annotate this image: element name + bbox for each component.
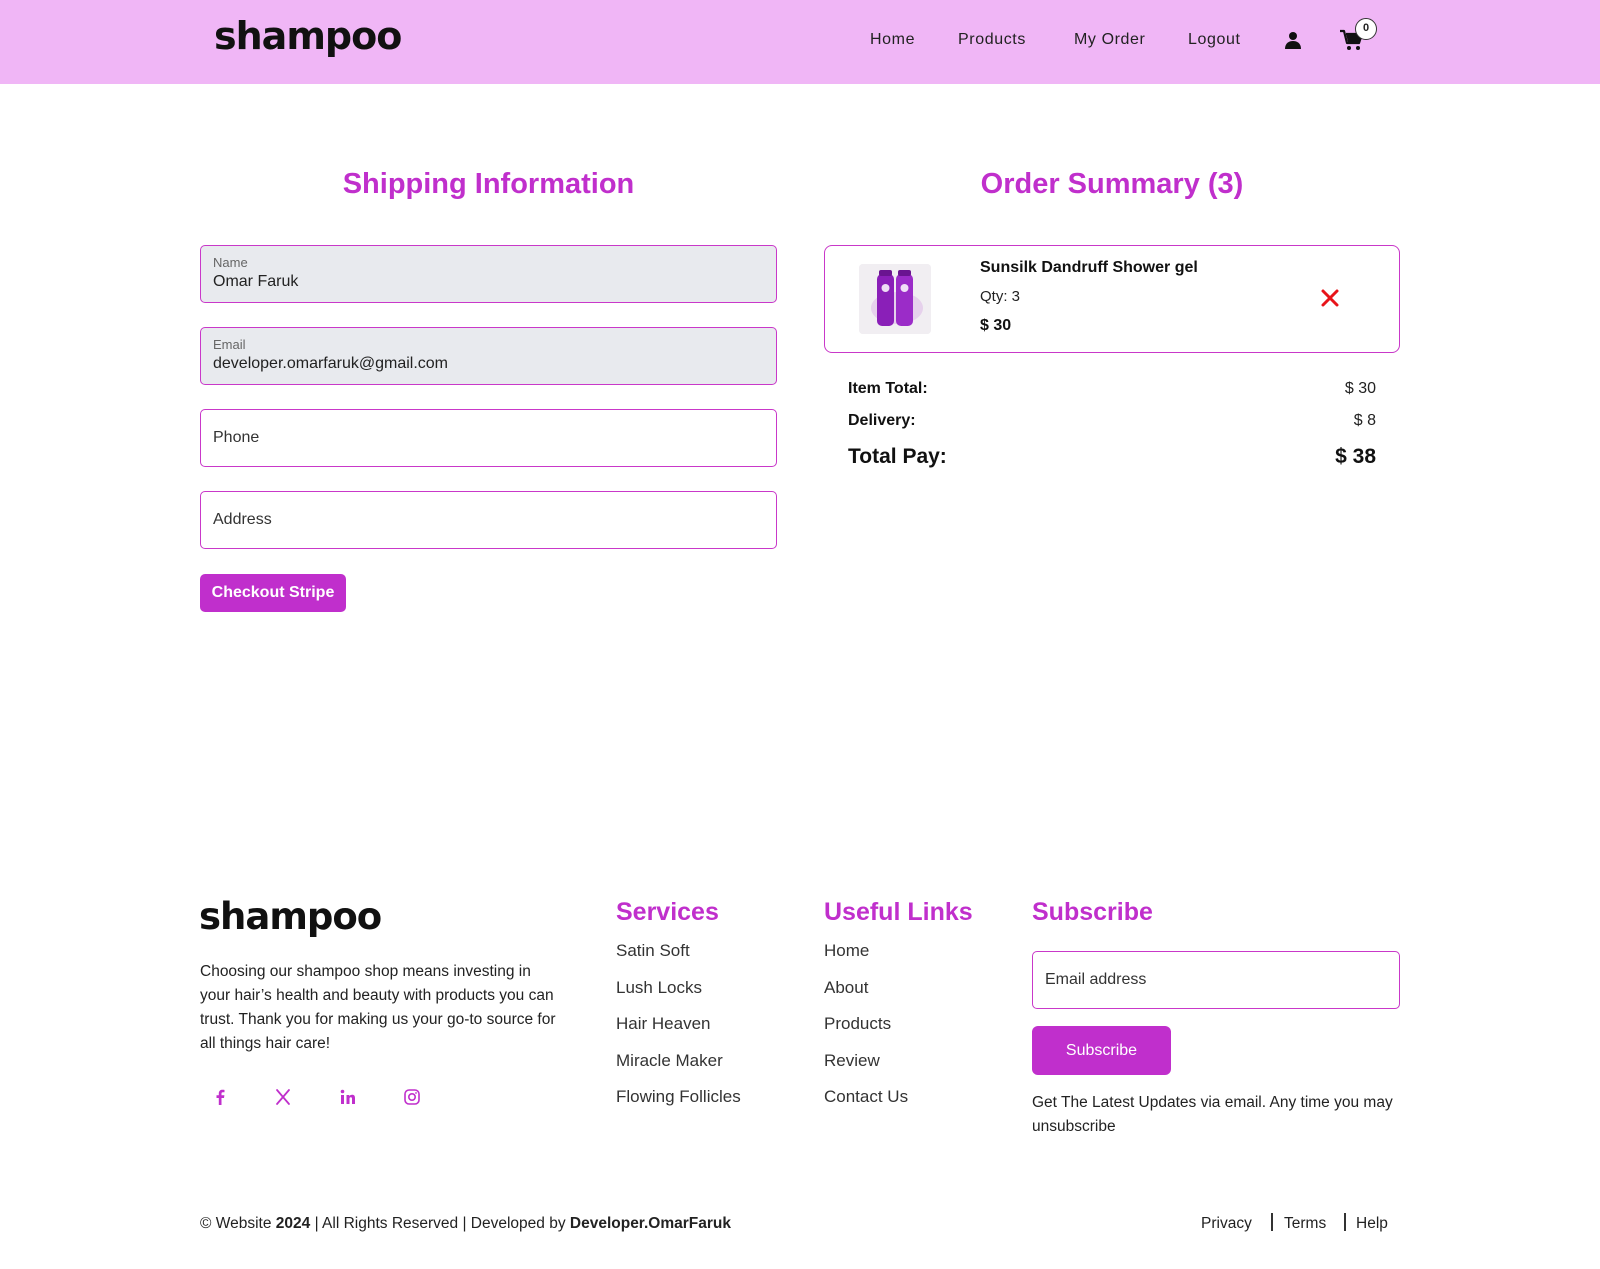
- footer-link-about[interactable]: About: [824, 978, 868, 998]
- nav-home[interactable]: Home: [870, 31, 915, 49]
- phone-placeholder: Phone: [213, 429, 260, 446]
- delivery-value: $ 8: [1353, 412, 1376, 429]
- item-total-value: $ 30: [1344, 380, 1376, 397]
- email-label: Email: [213, 337, 246, 352]
- footer-link-home[interactable]: Home: [824, 941, 869, 961]
- address-placeholder: Address: [213, 511, 272, 528]
- copyright-prefix: © Website: [200, 1215, 272, 1232]
- linkedin-icon[interactable]: [338, 1087, 358, 1107]
- service-link[interactable]: Satin Soft: [616, 941, 690, 961]
- cart-count-badge: 0: [1355, 18, 1377, 40]
- total-pay-value: $ 38: [1335, 445, 1376, 468]
- product-thumbnail[interactable]: [859, 264, 931, 334]
- cart-item-name: Sunsilk Dandruff Shower gel: [980, 259, 1198, 276]
- checkout-stripe-button[interactable]: Checkout Stripe: [200, 574, 346, 612]
- footer-link-products[interactable]: Products: [824, 1014, 891, 1034]
- email-field[interactable]: Email: [200, 327, 777, 385]
- name-input[interactable]: [213, 273, 753, 291]
- footer-logo[interactable]: shampoo: [199, 895, 382, 938]
- total-pay-label: Total Pay:: [848, 445, 947, 468]
- legal-divider: [1344, 1213, 1346, 1231]
- remove-item-icon[interactable]: [1320, 288, 1340, 308]
- service-link[interactable]: Miracle Maker: [616, 1051, 723, 1071]
- cart-item-card: Sunsilk Dandruff Shower gel Qty: 3 $ 30: [824, 245, 1400, 353]
- footer-link-review[interactable]: Review: [824, 1051, 880, 1071]
- subscribe-note: Get The Latest Updates via email. Any ti…: [1032, 1094, 1393, 1135]
- copyright-developer: Developer.OmarFaruk: [569, 1215, 731, 1232]
- site-header: shampoo Home Products My Order Logout 0: [0, 0, 1600, 84]
- shipping-title: Shipping Information: [342, 168, 635, 200]
- useful-links-heading: Useful Links: [824, 898, 973, 926]
- email-input[interactable]: [213, 355, 753, 373]
- user-icon[interactable]: [1284, 31, 1302, 49]
- nav-products[interactable]: Products: [958, 31, 1026, 49]
- copyright: © Website 2024 | All Rights Reserved | D…: [200, 1215, 731, 1233]
- footer-link-contact[interactable]: Contact Us: [824, 1087, 908, 1107]
- x-twitter-icon[interactable]: [273, 1087, 293, 1107]
- instagram-icon[interactable]: [402, 1087, 422, 1107]
- cart-item-price: $ 30: [980, 317, 1012, 334]
- subscribe-heading: Subscribe: [1032, 898, 1153, 926]
- delivery-label: Delivery:: [848, 412, 916, 429]
- service-link[interactable]: Lush Locks: [616, 978, 702, 998]
- service-link[interactable]: Hair Heaven: [616, 1014, 711, 1034]
- services-heading: Services: [616, 898, 719, 926]
- facebook-icon[interactable]: [210, 1087, 230, 1107]
- footer-description: Choosing our shampoo shop means investin…: [200, 963, 556, 1052]
- privacy-link[interactable]: Privacy: [1201, 1215, 1252, 1233]
- legal-divider: [1271, 1213, 1273, 1231]
- site-logo[interactable]: shampoo: [214, 14, 402, 58]
- subscribe-button[interactable]: Subscribe: [1032, 1026, 1171, 1075]
- item-total-label: Item Total:: [848, 380, 928, 397]
- address-field[interactable]: Address: [200, 491, 777, 549]
- nav-my-order[interactable]: My Order: [1074, 31, 1145, 49]
- service-link[interactable]: Flowing Follicles: [616, 1087, 741, 1107]
- cart-item-qty: Qty: 3: [980, 288, 1021, 305]
- terms-link[interactable]: Terms: [1284, 1215, 1326, 1233]
- copyright-rights: | All Rights Reserved | Developed by: [314, 1215, 566, 1232]
- nav-logout[interactable]: Logout: [1188, 31, 1241, 49]
- name-label: Name: [213, 255, 248, 270]
- copyright-year: 2024: [275, 1215, 311, 1232]
- order-summary-title: Order Summary (3): [980, 168, 1244, 200]
- subscribe-email-input[interactable]: [1032, 951, 1400, 1009]
- help-link[interactable]: Help: [1356, 1215, 1388, 1233]
- phone-field[interactable]: Phone: [200, 409, 777, 467]
- name-field[interactable]: Name: [200, 245, 777, 303]
